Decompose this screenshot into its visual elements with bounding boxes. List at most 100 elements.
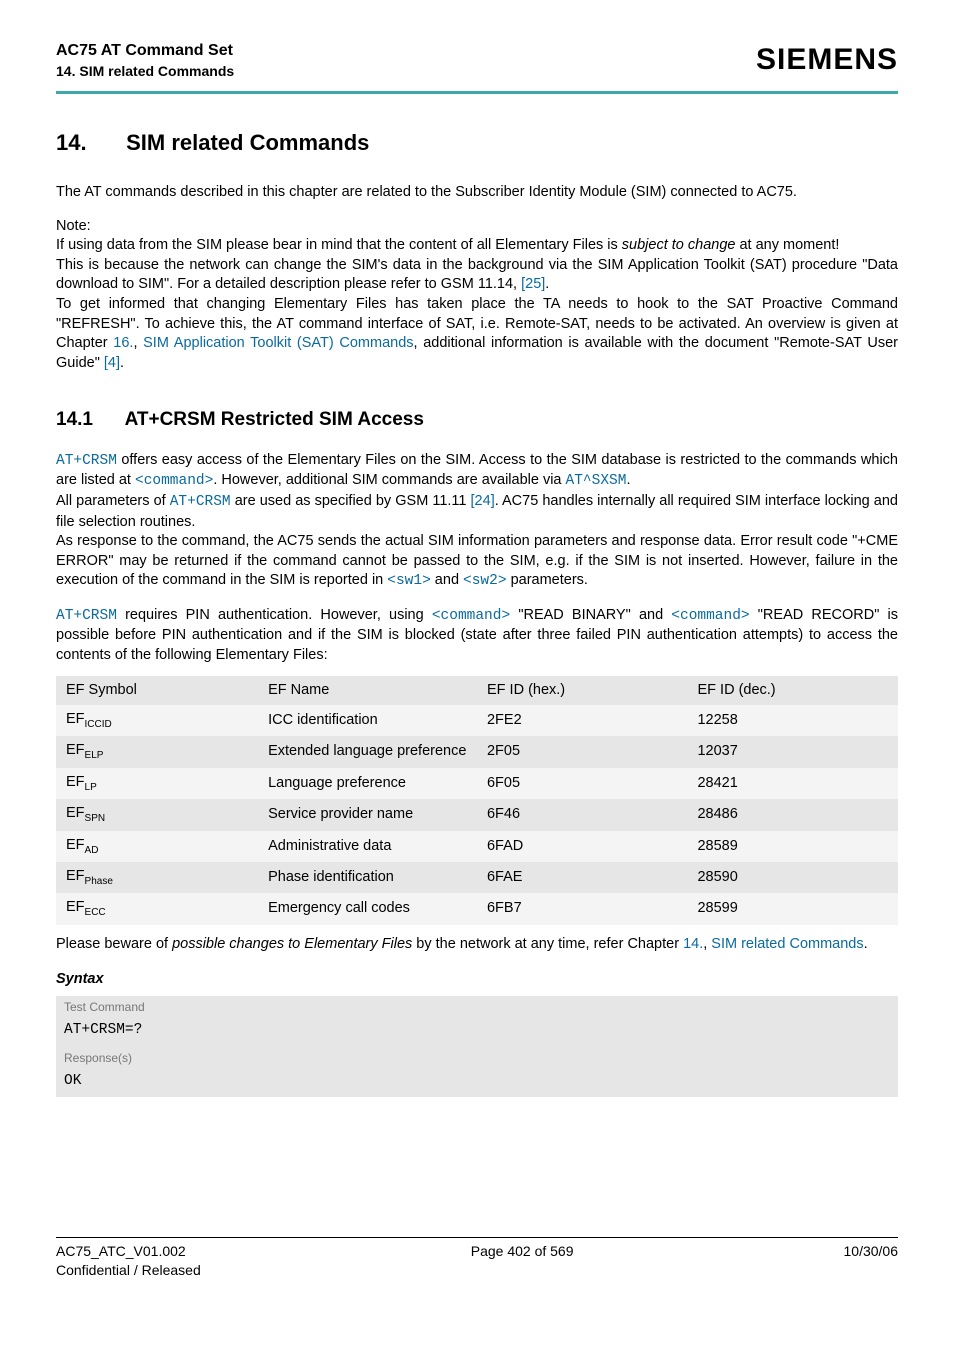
body-p2: All parameters of AT+CRSM are used as sp… <box>56 492 898 532</box>
test-command-label: Test Command <box>56 996 898 1018</box>
ef-symbol-cell: EFLP <box>56 768 258 799</box>
body-p4b: requires PIN authentication. However, us… <box>117 607 432 623</box>
ef-dec-cell: 28590 <box>687 862 898 893</box>
ef-symbol-cell: EFAD <box>56 831 258 862</box>
ef-symbol-cell: EFPhase <box>56 862 258 893</box>
ef-symbol-cell: EFICCID <box>56 705 258 736</box>
body-p3c: and <box>431 572 463 588</box>
link-chapter-14[interactable]: 14. <box>683 936 703 952</box>
ef-symbol-cell: EFSPN <box>56 799 258 830</box>
note-label: Note: <box>56 217 898 237</box>
note-p2c: at any moment! <box>735 237 839 253</box>
sw2-param-link[interactable]: <sw2> <box>463 573 507 589</box>
ef-dec-cell: 28589 <box>687 831 898 862</box>
response-value: OK <box>56 1069 898 1098</box>
ef-name-cell: Extended language preference <box>258 736 477 767</box>
atsxsm-link[interactable]: AT^SXSM <box>566 473 627 489</box>
syntax-box: Test Command AT+CRSM=? Response(s) OK <box>56 996 898 1098</box>
ef-dec-cell: 28421 <box>687 768 898 799</box>
footer-date: 10/30/06 <box>844 1242 899 1280</box>
ef-table-header-row: EF Symbol EF Name EF ID (hex.) EF ID (de… <box>56 676 898 706</box>
ef-dec-cell: 12258 <box>687 705 898 736</box>
note-p3: This is because the network can change t… <box>56 256 898 295</box>
command-param-link-3[interactable]: <command> <box>671 608 749 624</box>
ef-hex-cell: 2F05 <box>477 736 688 767</box>
footer-divider <box>56 1237 898 1238</box>
beware-a: Please beware of <box>56 936 172 952</box>
ref-24[interactable]: [24] <box>471 493 495 509</box>
ef-th-symbol: EF Symbol <box>56 676 258 706</box>
chapter-heading: 14. SIM related Commands <box>56 128 898 158</box>
command-param-link-1[interactable]: <command> <box>135 473 213 489</box>
ef-th-hex: EF ID (hex.) <box>477 676 688 706</box>
command-param-link-2[interactable]: <command> <box>432 608 510 624</box>
section-number: 14.1 <box>56 407 120 433</box>
beware-b: possible changes to Elementary Files <box>172 936 412 952</box>
test-command-value: AT+CRSM=? <box>56 1018 898 1047</box>
section-label: 14. SIM related Commands <box>56 62 234 81</box>
atcrsm-link-2[interactable]: AT+CRSM <box>170 494 231 510</box>
table-row: EFPhasePhase identification6FAE28590 <box>56 862 898 893</box>
body-p4: AT+CRSM requires PIN authentication. How… <box>56 606 898 666</box>
section-heading: 14.1 AT+CRSM Restricted SIM Access <box>56 407 898 433</box>
body-p1d: . However, additional SIM commands are a… <box>213 472 565 488</box>
beware-paragraph: Please beware of possible changes to Ele… <box>56 935 898 955</box>
ef-name-cell: Phase identification <box>258 862 477 893</box>
link-sat-commands[interactable]: SIM Application Toolkit (SAT) Commands <box>143 335 413 351</box>
ef-th-dec: EF ID (dec.) <box>687 676 898 706</box>
note-p3b: . <box>545 276 549 292</box>
table-row: EFSPNService provider name6F4628486 <box>56 799 898 830</box>
page-header: AC75 AT Command Set 14. SIM related Comm… <box>56 40 898 81</box>
ef-name-cell: ICC identification <box>258 705 477 736</box>
ef-dec-cell: 28486 <box>687 799 898 830</box>
syntax-heading: Syntax <box>56 970 898 990</box>
ef-hex-cell: 6FAE <box>477 862 688 893</box>
atcrsm-link-3[interactable]: AT+CRSM <box>56 608 117 624</box>
ef-table: EF Symbol EF Name EF ID (hex.) EF ID (de… <box>56 676 898 925</box>
ref-25[interactable]: [25] <box>521 276 545 292</box>
sw1-param-link[interactable]: <sw1> <box>387 573 431 589</box>
note-p4b: , <box>133 335 143 351</box>
ef-hex-cell: 6F46 <box>477 799 688 830</box>
body-p2c: are used as specified by GSM 11.11 <box>231 493 471 509</box>
note-p3a: This is because the network can change t… <box>56 257 898 293</box>
table-row: EFICCIDICC identification2FE212258 <box>56 705 898 736</box>
beware-e: . <box>864 936 868 952</box>
table-row: EFECCEmergency call codes6FB728599 <box>56 893 898 924</box>
chapter-title: SIM related Commands <box>126 130 369 155</box>
ef-dec-cell: 12037 <box>687 736 898 767</box>
body-p1f: . <box>626 472 630 488</box>
section-title: AT+CRSM Restricted SIM Access <box>125 409 424 430</box>
body-p3e: parameters. <box>507 572 588 588</box>
ef-symbol-cell: EFELP <box>56 736 258 767</box>
ef-symbol-cell: EFECC <box>56 893 258 924</box>
intro-p1: The AT commands described in this chapte… <box>56 183 898 203</box>
body-p4d: "READ BINARY" and <box>510 607 671 623</box>
ef-hex-cell: 6F05 <box>477 768 688 799</box>
ef-hex-cell: 6FB7 <box>477 893 688 924</box>
header-divider <box>56 91 898 94</box>
page-footer: AC75_ATC_V01.002 Confidential / Released… <box>56 1242 898 1280</box>
beware-c: by the network at any time, refer Chapte… <box>412 936 683 952</box>
ef-name-cell: Service provider name <box>258 799 477 830</box>
table-row: EFADAdministrative data6FAD28589 <box>56 831 898 862</box>
note-p4: To get informed that changing Elementary… <box>56 295 898 373</box>
note-p2: If using data from the SIM please bear i… <box>56 236 898 256</box>
link-chapter-16[interactable]: 16. <box>113 335 133 351</box>
footer-doc-version: AC75_ATC_V01.002 <box>56 1242 201 1261</box>
ef-th-name: EF Name <box>258 676 477 706</box>
ef-dec-cell: 28599 <box>687 893 898 924</box>
note-block: Note: If using data from the SIM please … <box>56 217 898 374</box>
ef-hex-cell: 2FE2 <box>477 705 688 736</box>
note-p2b: subject to change <box>622 237 736 253</box>
ef-name-cell: Administrative data <box>258 831 477 862</box>
footer-confidentiality: Confidential / Released <box>56 1261 201 1280</box>
body-p1: AT+CRSM offers easy access of the Elemen… <box>56 451 898 492</box>
ref-4[interactable]: [4] <box>104 355 120 371</box>
atcrsm-link-1[interactable]: AT+CRSM <box>56 453 117 469</box>
note-p4d: . <box>120 355 124 371</box>
chapter-number: 14. <box>56 128 120 158</box>
brand-logo: SIEMENS <box>756 40 898 81</box>
link-sim-related-commands[interactable]: SIM related Commands <box>711 936 863 952</box>
body-p3: As response to the command, the AC75 sen… <box>56 532 898 592</box>
